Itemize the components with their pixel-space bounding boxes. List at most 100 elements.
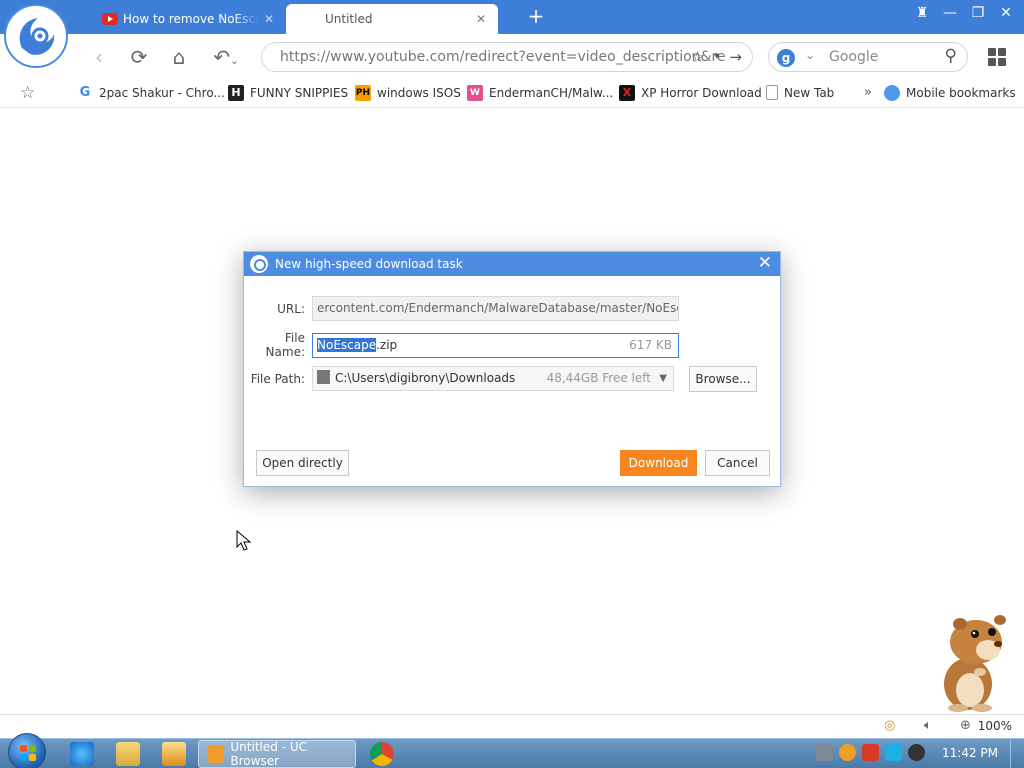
skin-icon[interactable]: ♜ xyxy=(908,2,936,24)
mobile-bookmarks[interactable]: Mobile bookmarks xyxy=(884,85,1016,101)
filename-field[interactable]: NoEscape.zip 617 KB xyxy=(312,332,679,358)
search-icon[interactable]: ⚲ xyxy=(945,46,957,66)
media-player-icon[interactable] xyxy=(162,742,186,766)
free-space: 48,44GB Free left xyxy=(546,371,651,385)
dialog-titlebar: New high-speed download task ✕ xyxy=(244,252,780,276)
drive-icon xyxy=(317,370,330,384)
minimize-button[interactable]: — xyxy=(936,2,964,24)
windows-taskbar: Untitled - UC Browser 11:42 PM xyxy=(0,733,1024,768)
tab-close-icon[interactable]: ✕ xyxy=(264,12,274,26)
file-explorer-icon[interactable] xyxy=(116,742,140,766)
bookmark-item[interactable]: G 2pac Shakur - Chro... xyxy=(77,85,225,101)
taskbar-clock[interactable]: 11:42 PM xyxy=(942,746,998,760)
bookmark-item[interactable]: New Tab xyxy=(766,85,834,100)
close-icon[interactable]: ✕ xyxy=(758,253,772,273)
filename-selection: NoEscape xyxy=(317,337,377,352)
address-bar[interactable]: https://www.youtube.com/redirect?event=v… xyxy=(261,42,753,72)
filepath-row: File Path: C:\Users\digibrony\Downloads … xyxy=(244,366,674,391)
zoom-icon[interactable]: ⊕ xyxy=(960,718,971,733)
cancel-button[interactable]: Cancel xyxy=(705,450,770,476)
tray-network-icon[interactable] xyxy=(816,744,833,761)
download-button[interactable]: Download xyxy=(620,450,697,476)
browse-button[interactable]: Browse... xyxy=(689,366,757,392)
search-input[interactable]: Google xyxy=(829,49,878,65)
browser-toolbar: ‹ ⟳ ⌂ ↶⌄ https://www.youtube.com/redirec… xyxy=(0,34,1024,80)
system-tray xyxy=(816,744,925,761)
go-arrow-icon[interactable]: → xyxy=(729,43,742,71)
apps-grid-icon[interactable] xyxy=(988,48,1006,66)
filepath-select[interactable]: C:\Users\digibrony\Downloads 48,44GB Fre… xyxy=(312,366,674,391)
hamster-mascot-image xyxy=(944,615,1006,712)
dialog-title: New high-speed download task xyxy=(275,257,463,271)
undo-close-button[interactable]: ↶⌄ xyxy=(206,42,246,72)
chevron-down-icon[interactable]: ▾ xyxy=(714,43,719,71)
taskbar-uc-browser[interactable]: Untitled - UC Browser xyxy=(198,740,356,768)
squirrel-logo-icon xyxy=(11,11,61,61)
close-window-button[interactable]: ✕ xyxy=(992,2,1020,24)
bookmark-item[interactable]: H FUNNY SNIPPIES xyxy=(228,85,348,101)
browser-statusbar: ◎ 🔈︎ ⊕ 100% xyxy=(0,714,1024,738)
mouse-cursor-icon xyxy=(236,530,252,551)
bookmark-label: windows ISOS xyxy=(377,86,461,100)
start-button[interactable] xyxy=(8,733,46,768)
tab-how-to-remove[interactable]: How to remove NoEscape.zip ✕ xyxy=(90,4,286,34)
search-box[interactable]: g ⌄ Google ⚲ xyxy=(768,42,968,72)
url-row: URL: ercontent.com/Endermanch/MalwareDat… xyxy=(244,296,679,321)
url-label: URL: xyxy=(277,301,305,316)
filepath-label: File Path: xyxy=(250,371,305,386)
search-engine-icon[interactable]: g xyxy=(777,49,795,67)
taskbar-app-label: Untitled - UC Browser xyxy=(230,740,307,768)
cloud-icon xyxy=(884,85,900,101)
tray-search-icon[interactable] xyxy=(839,744,856,761)
speaker-icon[interactable]: 🔈︎ xyxy=(924,718,932,733)
filename-extension: .zip xyxy=(376,337,398,352)
bookmark-label: Mobile bookmarks xyxy=(906,86,1016,100)
star-icon[interactable]: ☆ xyxy=(691,43,704,71)
bookmark-item[interactable]: PH windows ISOS xyxy=(355,85,461,101)
tab-label: Untitled xyxy=(325,12,373,26)
downloads-icon[interactable]: ◎ xyxy=(884,718,895,733)
ph-icon: PH xyxy=(355,85,371,101)
bookmark-item[interactable]: X XP Horror Download xyxy=(619,85,762,101)
tray-monitor-icon[interactable] xyxy=(885,744,902,761)
h-icon: H xyxy=(228,85,244,101)
window-controls: ♜ — ❐ ✕ xyxy=(908,2,1020,24)
tab-close-icon[interactable]: ✕ xyxy=(476,12,486,26)
bookmark-label: FUNNY SNIPPIES xyxy=(250,86,349,100)
browser-titlebar: How to remove NoEscape.zip ✕ Untitled ✕ … xyxy=(0,0,1024,34)
home-button[interactable]: ⌂ xyxy=(164,42,194,72)
bookmark-label: 2pac Shakur - Chro... xyxy=(99,86,225,100)
tab-label: How to remove NoEscape.zip xyxy=(123,12,260,26)
restore-button[interactable]: ❐ xyxy=(964,2,992,24)
tray-speaker-icon[interactable] xyxy=(908,744,925,761)
reload-button[interactable]: ⟳ xyxy=(124,42,154,72)
page-icon xyxy=(766,85,778,100)
tab-untitled[interactable]: Untitled ✕ xyxy=(286,4,498,34)
uc-logo-icon xyxy=(250,255,268,273)
address-url[interactable]: https://www.youtube.com/redirect?event=v… xyxy=(280,49,726,65)
internet-explorer-icon[interactable] xyxy=(70,742,94,766)
windows-logo-icon xyxy=(20,745,36,761)
filepath-value: C:\Users\digibrony\Downloads xyxy=(335,371,516,385)
download-dialog: New high-speed download task ✕ URL: erco… xyxy=(243,251,781,487)
back-button[interactable]: ‹ xyxy=(84,42,114,72)
wp-icon: W xyxy=(467,85,483,101)
url-field[interactable]: ercontent.com/Endermanch/MalwareDatabase… xyxy=(312,296,679,321)
show-desktop-button[interactable] xyxy=(1010,739,1024,768)
uc-browser-logo[interactable] xyxy=(4,4,68,68)
bookmark-label: New Tab xyxy=(784,85,835,100)
x-icon: X xyxy=(619,85,635,101)
google-icon: G xyxy=(79,85,91,100)
more-bookmarks-button[interactable]: » xyxy=(864,85,872,100)
tray-flag-icon[interactable] xyxy=(862,744,879,761)
chevron-down-icon[interactable]: ▼ xyxy=(659,367,667,390)
chevron-down-icon[interactable]: ⌄ xyxy=(805,48,815,62)
bookmark-star-icon[interactable]: ☆ xyxy=(20,83,35,103)
filename-row: File Name: NoEscape.zip 617 KB xyxy=(244,331,679,359)
bookmark-item[interactable]: W EndermanCH/Malw... xyxy=(467,85,613,101)
zoom-level[interactable]: 100% xyxy=(978,719,1012,733)
new-tab-button[interactable]: + xyxy=(524,4,548,28)
file-size: 617 KB xyxy=(629,337,672,352)
chrome-icon[interactable] xyxy=(370,742,394,766)
open-directly-button[interactable]: Open directly xyxy=(256,450,349,476)
